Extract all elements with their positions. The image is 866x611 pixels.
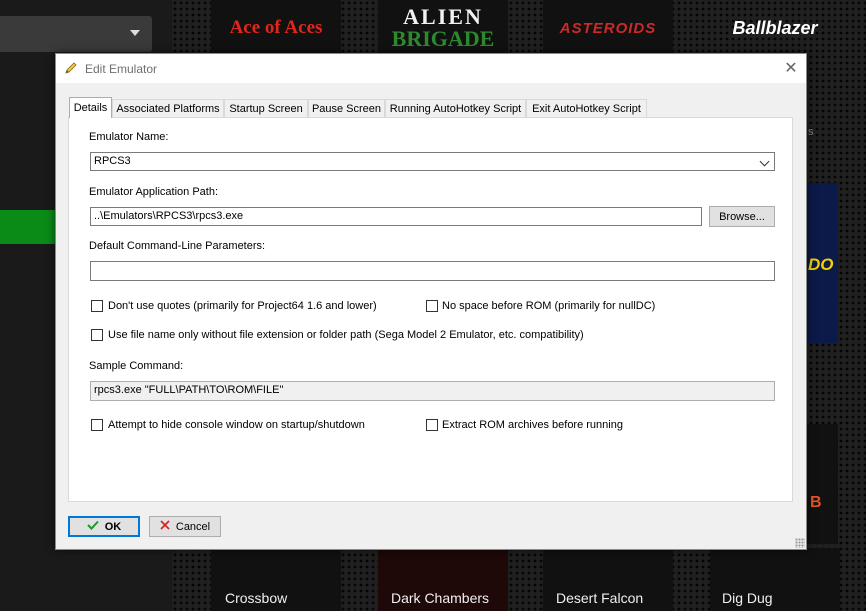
game-title: Dark Chambers: [391, 590, 490, 606]
game-tile-alien-brigade[interactable]: ALIEN BRIGADE: [378, 0, 508, 56]
hide-console-checkbox[interactable]: [91, 419, 103, 431]
game-title: Desert Falcon: [556, 590, 644, 606]
sidebar-selected-item[interactable]: [0, 210, 56, 244]
game-tile-asteroids[interactable]: ASTEROIDS: [543, 0, 673, 56]
close-icon: ✕: [784, 60, 798, 77]
tab-pause-screen[interactable]: Pause Screen: [308, 99, 385, 117]
application-path-label: Emulator Application Path:: [89, 186, 219, 198]
application-path-field[interactable]: ..\Emulators\RPCS3\rpcs3.exe: [90, 207, 702, 226]
tab-exit-autohotkey-script[interactable]: Exit AutoHotkey Script: [526, 99, 647, 117]
resize-grip[interactable]: [795, 538, 805, 548]
details-panel: Emulator Name: RPCS3 Emulator Applicatio…: [68, 117, 793, 502]
tab-running-autohotkey-script[interactable]: Running AutoHotkey Script: [385, 99, 526, 117]
game-title: Crossbow: [225, 590, 288, 606]
sample-command-label: Sample Command:: [89, 360, 184, 372]
command-line-parameters-field[interactable]: [90, 261, 775, 281]
game-tile-partial[interactable]: B: [806, 424, 838, 544]
partial-text: s: [808, 126, 814, 138]
dialog-title: Edit Emulator: [85, 62, 158, 76]
command-line-parameters-label: Default Command-Line Parameters:: [89, 240, 266, 252]
close-button[interactable]: ✕: [776, 54, 806, 82]
sample-command-field[interactable]: rpcs3.exe "FULL\PATH\TO\ROM\FILE": [90, 381, 775, 401]
chevron-down-icon: [130, 30, 140, 36]
title-bar[interactable]: Edit Emulator ✕: [56, 54, 806, 83]
no-quotes-checkbox[interactable]: [91, 300, 103, 312]
platform-dropdown[interactable]: [0, 16, 152, 52]
extract-rom-checkbox[interactable]: [426, 419, 438, 431]
edit-emulator-dialog: Edit Emulator ✕ Details Associated Platf…: [55, 53, 807, 550]
hide-console-label[interactable]: Attempt to hide console window on startu…: [108, 419, 365, 431]
browse-button[interactable]: Browse...: [709, 206, 775, 227]
game-title: Dig Dug: [722, 590, 773, 606]
game-tile-partial[interactable]: DO: [806, 183, 838, 343]
filename-only-label[interactable]: Use file name only without file extensio…: [108, 329, 584, 341]
no-space-checkbox[interactable]: [426, 300, 438, 312]
no-space-label[interactable]: No space before ROM (primarily for nullD…: [442, 300, 655, 312]
checkmark-icon: [87, 520, 99, 533]
x-icon: [160, 520, 170, 533]
emulator-name-label: Emulator Name:: [89, 131, 169, 143]
game-tile-ballblazer[interactable]: Ballblazer: [710, 0, 840, 56]
extract-rom-label[interactable]: Extract ROM archives before running: [442, 419, 623, 431]
game-tile-ace-of-aces[interactable]: Ace of Aces: [211, 0, 341, 56]
cancel-button[interactable]: Cancel: [149, 516, 221, 537]
tab-startup-screen[interactable]: Startup Screen: [224, 99, 308, 117]
no-quotes-label[interactable]: Don't use quotes (primarily for Project6…: [108, 300, 377, 312]
chevron-down-icon: [759, 156, 770, 167]
emulator-name-combobox[interactable]: RPCS3: [90, 152, 775, 171]
tab-associated-platforms[interactable]: Associated Platforms: [112, 99, 224, 117]
tab-details[interactable]: Details: [69, 97, 112, 118]
filename-only-checkbox[interactable]: [91, 329, 103, 341]
ok-button[interactable]: OK: [68, 516, 140, 537]
pencil-icon: [64, 61, 78, 75]
